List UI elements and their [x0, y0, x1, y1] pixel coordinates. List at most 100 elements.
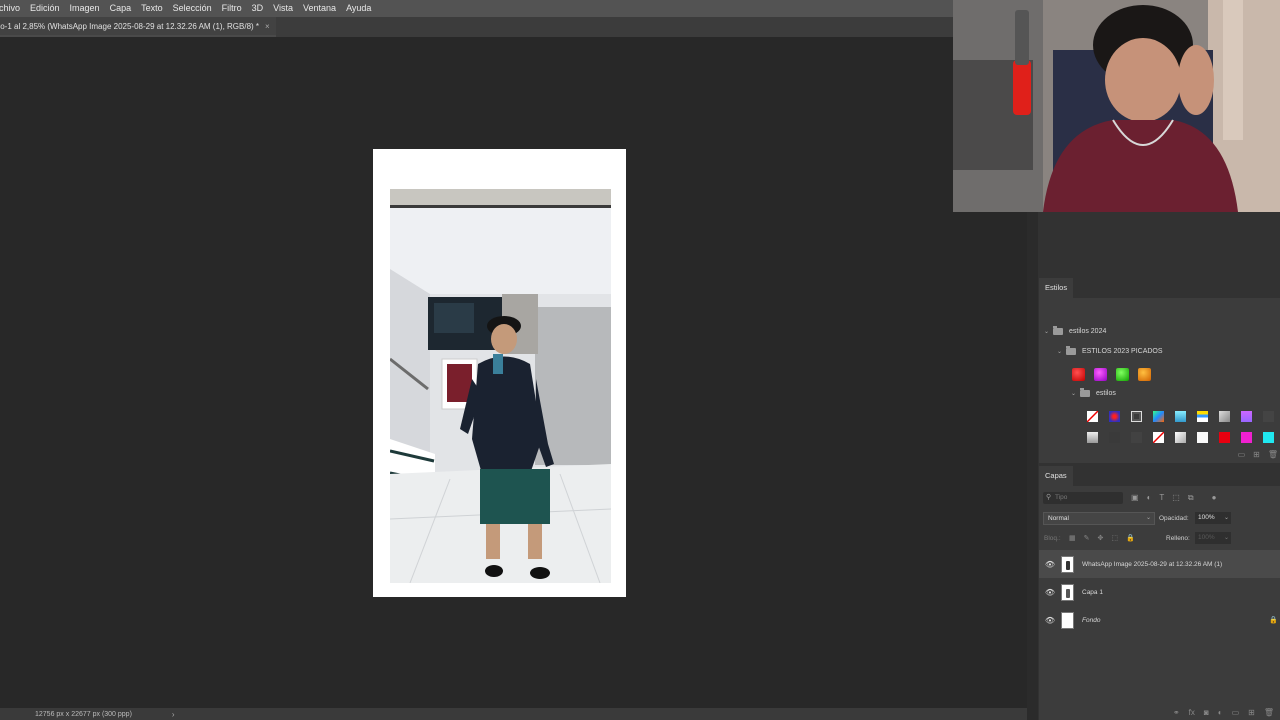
menu-3d[interactable]: 3D: [247, 0, 269, 17]
link-icon[interactable]: ⚭: [1173, 708, 1180, 717]
layer-thumbnail: [1061, 611, 1074, 629]
style-swatch-silver[interactable]: [1219, 411, 1230, 422]
photoshop-window: rchivo Edición Imagen Capa Texto Selecci…: [0, 0, 1280, 720]
filter-toggle-icon[interactable]: ●: [1212, 493, 1217, 503]
style-swatch-glow[interactable]: [1109, 411, 1120, 422]
chevron-down-icon: ⌄: [1145, 515, 1151, 521]
document-tab-bar: ulo-1 al 2,85% (WhatsApp Image 2025-08-2…: [0, 17, 955, 37]
tab-capas[interactable]: Capas: [1039, 466, 1073, 486]
chevron-down-icon[interactable]: ⌄: [1057, 348, 1066, 355]
eye-icon[interactable]: 👁: [1039, 560, 1061, 569]
new-group-icon[interactable]: ▭: [1232, 708, 1240, 717]
chevron-down-icon[interactable]: ⌄: [1224, 514, 1229, 521]
fx-icon[interactable]: fx: [1189, 708, 1195, 717]
trash-icon[interactable]: 🗑: [1268, 450, 1278, 459]
adjustment-icon[interactable]: ◐: [1218, 708, 1223, 717]
style-swatch-none[interactable]: [1087, 411, 1098, 422]
menu-ayuda[interactable]: Ayuda: [341, 0, 376, 17]
style-swatch-rainbow[interactable]: [1153, 411, 1164, 422]
menu-archivo[interactable]: rchivo: [0, 0, 25, 17]
lock-icons: ▦ ✎ ✥ ⬚ 🔒: [1069, 534, 1135, 542]
new-style-icon[interactable]: ⊞: [1253, 450, 1260, 459]
menu-imagen[interactable]: Imagen: [65, 0, 105, 17]
menu-texto[interactable]: Texto: [136, 0, 168, 17]
menu-edicion[interactable]: Edición: [25, 0, 65, 17]
trash-icon[interactable]: 🗑: [1264, 708, 1274, 717]
style-swatch-purple[interactable]: [1094, 368, 1107, 381]
styles-folder-label: estilos 2024: [1069, 328, 1107, 335]
menu-filtro[interactable]: Filtro: [217, 0, 247, 17]
style-swatch-lavender[interactable]: [1241, 411, 1252, 422]
dock-collapse-strip[interactable]: [1027, 212, 1038, 720]
layer-row[interactable]: 👁 Fondo 🔒: [1039, 606, 1280, 634]
eye-icon[interactable]: 👁: [1039, 616, 1061, 625]
layer-name[interactable]: Fondo: [1082, 617, 1100, 624]
mask-icon[interactable]: ◙: [1204, 708, 1209, 717]
lock-artboard-icon[interactable]: ⬚: [1111, 534, 1118, 542]
style-swatch-gray[interactable]: [1087, 432, 1098, 443]
lock-all-icon[interactable]: 🔒: [1126, 534, 1135, 542]
shape-filter-icon[interactable]: ⬚: [1172, 493, 1180, 503]
lock-transparent-icon[interactable]: ▦: [1069, 534, 1076, 542]
style-swatch-dark[interactable]: [1263, 411, 1274, 422]
styles-folder-estilos-2024[interactable]: ⌄ estilos 2024: [1044, 326, 1107, 335]
layer-row[interactable]: 👁 WhatsApp Image 2025-08-29 at 12.32.26 …: [1039, 550, 1280, 578]
type-filter-icon[interactable]: T: [1159, 493, 1164, 503]
eye-icon[interactable]: 👁: [1039, 588, 1061, 597]
layer-name[interactable]: WhatsApp Image 2025-08-29 at 12.32.26 AM…: [1082, 561, 1222, 568]
style-swatch-green[interactable]: [1116, 368, 1129, 381]
style-swatch-graphite[interactable]: [1131, 432, 1142, 443]
styles-footer: ▭ ⊞ 🗑: [1238, 450, 1278, 459]
layer-filter-input[interactable]: Tipo: [1043, 492, 1123, 504]
style-swatch-orange[interactable]: [1138, 368, 1151, 381]
style-swatch-pearl[interactable]: [1175, 432, 1186, 443]
status-menu-arrow[interactable]: ›: [172, 710, 175, 719]
style-swatch-red-flat[interactable]: [1219, 432, 1230, 443]
style-swatch-red[interactable]: [1072, 368, 1085, 381]
fill-label: Relleno:: [1166, 535, 1190, 542]
layer-row[interactable]: 👁 Capa 1: [1039, 578, 1280, 606]
document-canvas[interactable]: [373, 149, 626, 597]
lock-label: Bloq.:: [1044, 535, 1061, 542]
tab-estilos[interactable]: Estilos: [1039, 278, 1074, 298]
new-folder-icon[interactable]: ▭: [1238, 450, 1246, 459]
menu-capa[interactable]: Capa: [105, 0, 137, 17]
document-dimensions: 12756 px x 22677 px (300 ppp): [35, 710, 132, 718]
document-tab[interactable]: ulo-1 al 2,85% (WhatsApp Image 2025-08-2…: [0, 17, 276, 37]
canvas-workspace[interactable]: [0, 37, 1027, 708]
close-icon[interactable]: ×: [265, 22, 270, 31]
style-swatch-stripes[interactable]: [1197, 411, 1208, 422]
style-swatch-stroke[interactable]: [1131, 411, 1142, 422]
layer-name[interactable]: Capa 1: [1082, 589, 1103, 596]
style-swatch-aqua[interactable]: [1263, 432, 1274, 443]
chevron-down-icon[interactable]: ⌄: [1071, 390, 1080, 397]
lock-icon[interactable]: 🔒: [1269, 616, 1278, 624]
styles-folder-estilos[interactable]: ⌄ estilos: [1071, 388, 1116, 397]
opacity-label: Opacidad:: [1159, 515, 1189, 522]
layers-panel: Capas Tipo ▣ ◐ T ⬚ ⧉ ● Normal ⌄ Opacidad…: [1039, 466, 1280, 720]
styles-folder-2023[interactable]: ⌄ ESTILOS 2023 PICADOS: [1057, 346, 1163, 355]
menu-seleccion[interactable]: Selección: [168, 0, 217, 17]
menu-ventana[interactable]: Ventana: [298, 0, 341, 17]
adjustment-filter-icon[interactable]: ◐: [1147, 493, 1152, 503]
styles-panel-header: Estilos: [1039, 278, 1280, 298]
style-swatch-magenta[interactable]: [1241, 432, 1252, 443]
lock-paint-icon[interactable]: ✎: [1084, 534, 1090, 542]
chevron-down-icon[interactable]: ⌄: [1044, 328, 1053, 335]
lock-move-icon[interactable]: ✥: [1098, 534, 1104, 542]
style-swatch-none-2[interactable]: [1153, 432, 1164, 443]
photo-image: [390, 189, 611, 583]
smart-object-filter-icon[interactable]: ⧉: [1188, 493, 1194, 503]
layer-thumbnail: [1061, 583, 1074, 601]
style-swatch-charcoal[interactable]: [1109, 432, 1120, 443]
layer-thumbnail: [1061, 555, 1074, 573]
chevron-down-icon[interactable]: ⌄: [1224, 534, 1229, 541]
blend-mode-select[interactable]: Normal ⌄: [1043, 512, 1155, 525]
pixel-filter-icon[interactable]: ▣: [1131, 493, 1139, 503]
style-swatch-cyan[interactable]: [1175, 411, 1186, 422]
style-swatch-white[interactable]: [1197, 432, 1208, 443]
styles-panel: Estilos ⌄ estilos 2024 ⌄ ESTILOS 2023 PI…: [1039, 278, 1280, 463]
new-layer-icon[interactable]: ⊞: [1248, 708, 1255, 717]
menu-vista[interactable]: Vista: [268, 0, 298, 17]
placed-photo[interactable]: [390, 189, 611, 583]
